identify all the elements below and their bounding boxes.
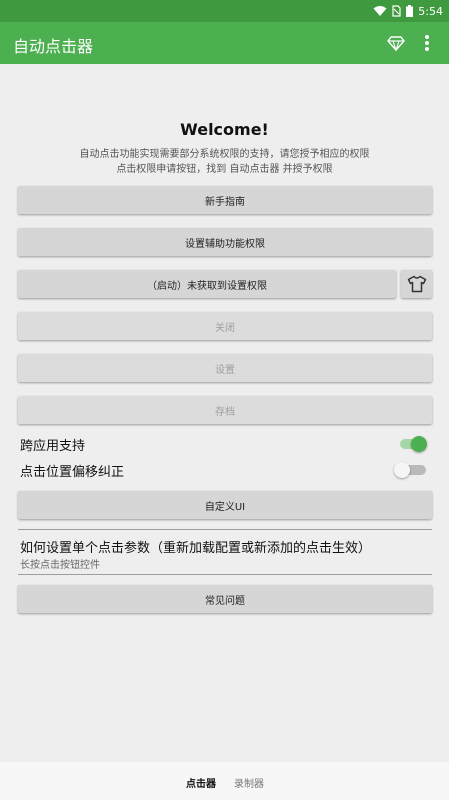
settings-button[interactable]: 设置 — [18, 354, 432, 382]
start-button[interactable]: （启动）未获取到设置权限 — [18, 270, 396, 298]
howto-title[interactable]: 如何设置单个点击参数（重新加载配置或新添加的点击生效） — [20, 537, 371, 556]
status-time: 5:54 — [418, 4, 443, 18]
faq-button[interactable]: 常见问题 — [18, 585, 432, 613]
archive-button[interactable]: 存档 — [18, 396, 432, 424]
welcome-title: Welcome! — [180, 120, 269, 139]
offset-correction-label: 点击位置偏移纠正 — [20, 465, 125, 480]
close-button[interactable]: 关闭 — [18, 312, 432, 340]
cross-app-support-label: 跨应用支持 — [20, 439, 86, 454]
wifi-icon — [373, 6, 387, 16]
more-vert-icon[interactable] — [419, 33, 435, 53]
app-bar: 自动点击器 — [0, 22, 449, 64]
battery-icon — [406, 5, 414, 17]
tshirt-icon — [407, 275, 426, 293]
switch-thumb — [394, 462, 410, 478]
divider — [18, 574, 432, 575]
switch-thumb — [411, 436, 427, 452]
no-sim-icon — [392, 5, 401, 17]
custom-ui-button[interactable]: 自定义UI — [18, 491, 432, 519]
app-title: 自动点击器 — [13, 37, 94, 56]
nav-tab-recorder[interactable]: 录制器 — [234, 775, 264, 790]
divider — [18, 529, 432, 530]
nav-tab-clicker[interactable]: 点击器 — [186, 775, 216, 790]
howto-subtitle: 长按点击按钮控件 — [20, 560, 100, 571]
status-bar: 5:54 — [0, 0, 449, 22]
welcome-description: 自动点击功能实现需要部分系统权限的支持，请您授予相应的权限 点击权限申请按钮，找… — [40, 147, 409, 177]
accessibility-permission-button[interactable]: 设置辅助功能权限 — [18, 228, 432, 256]
theme-button[interactable] — [401, 270, 432, 298]
welcome-line-1: 自动点击功能实现需要部分系统权限的支持，请您授予相应的权限 — [79, 149, 370, 160]
guide-button[interactable]: 新手指南 — [18, 186, 432, 214]
welcome-line-2: 点击权限申请按钮，找到 自动点击器 并授予权限 — [116, 164, 333, 175]
bottom-navigation: 点击器 录制器 — [0, 762, 449, 800]
diamond-icon[interactable] — [386, 33, 406, 53]
